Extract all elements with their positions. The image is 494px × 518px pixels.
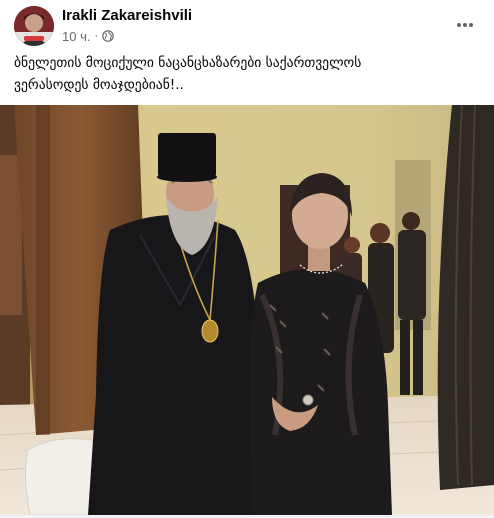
photo-image	[0, 105, 494, 515]
post-text-line: ბნელეთის მოციქული ნაცანცხაზარები საქართვ…	[14, 55, 362, 71]
post-photo[interactable]	[0, 105, 494, 515]
author-name[interactable]: Irakli Zakareishvili	[62, 7, 192, 24]
avatar-image	[14, 6, 54, 46]
post-text: ბნელეთის მოციქული ნაცანცხაზარები საქართვ…	[14, 52, 480, 96]
post-meta: 10 ч. ·	[62, 27, 114, 45]
facebook-post: Irakli Zakareishvili 10 ч. · ბნელეთის მო…	[0, 0, 494, 518]
separator-dot: ·	[94, 30, 99, 42]
globe-icon[interactable]	[102, 30, 114, 42]
post-header: Irakli Zakareishvili 10 ч. ·	[0, 0, 494, 52]
more-options-icon[interactable]	[454, 14, 476, 36]
post-text-line: ვერასოდეს მოაჯდებიან!..	[14, 77, 184, 93]
author-avatar[interactable]	[14, 6, 54, 46]
post-time[interactable]: 10 ч.	[62, 29, 90, 44]
